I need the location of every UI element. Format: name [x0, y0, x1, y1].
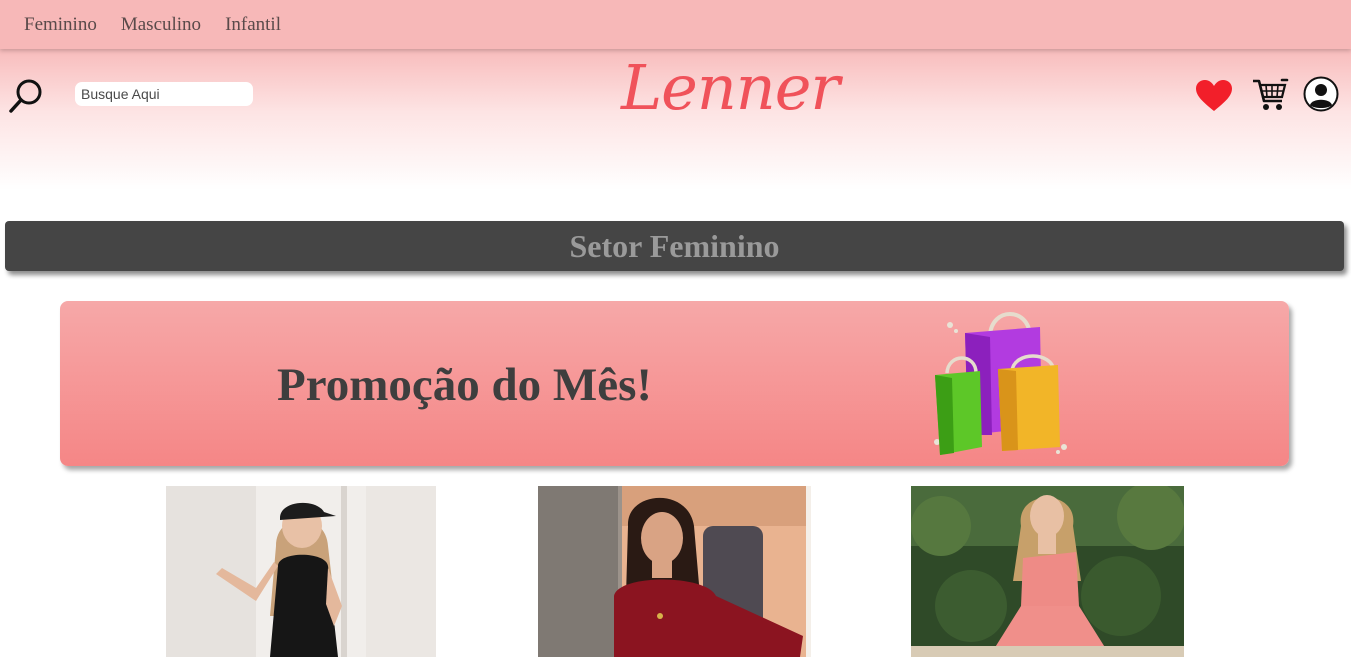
site-logo[interactable]: Lenner — [600, 51, 860, 124]
search-input[interactable] — [75, 82, 253, 106]
nav-link-masculino[interactable]: Masculino — [121, 14, 201, 36]
heart-icon[interactable] — [1195, 79, 1233, 118]
product-image — [166, 486, 436, 657]
promo-title: Promoção do Mês! — [277, 359, 653, 411]
shopping-bags-icon — [930, 307, 1135, 462]
product-image — [538, 486, 811, 657]
site-header: Lenner — [0, 49, 1351, 190]
section-title: Setor Feminino — [569, 227, 780, 264]
search-icon[interactable] — [8, 77, 46, 120]
product-card-black-outfit[interactable] — [166, 486, 436, 657]
product-image — [911, 486, 1184, 657]
user-icon[interactable] — [1303, 76, 1339, 117]
product-card-red-top[interactable] — [538, 486, 811, 657]
nav-link-feminino[interactable]: Feminino — [24, 14, 97, 36]
cart-icon[interactable] — [1251, 77, 1289, 118]
top-nav: Feminino Masculino Infantil — [0, 0, 1351, 49]
section-title-bar: Setor Feminino — [5, 221, 1344, 271]
promo-banner[interactable]: Promoção do Mês! — [60, 301, 1289, 466]
product-card-pink-dress[interactable] — [911, 486, 1184, 657]
nav-link-infantil[interactable]: Infantil — [225, 14, 281, 36]
